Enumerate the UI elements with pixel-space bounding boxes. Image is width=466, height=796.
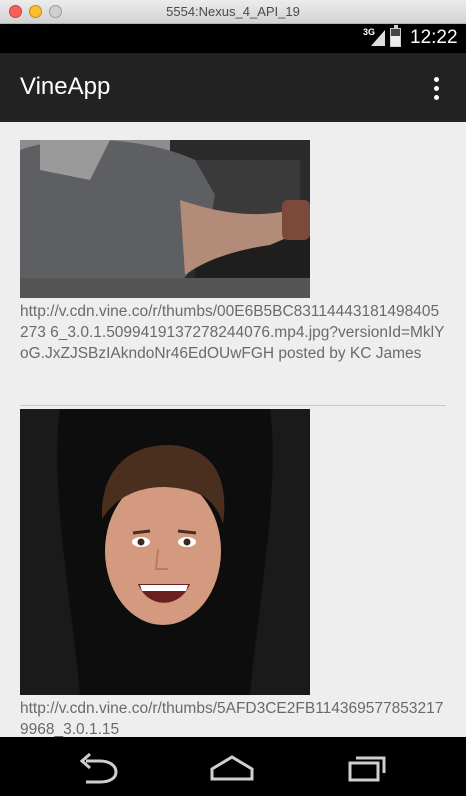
window-titlebar: 5554:Nexus_4_API_19 xyxy=(0,0,466,24)
home-icon[interactable] xyxy=(202,749,262,785)
thumbnail-url-caption: http://v.cdn.vine.co/r/thumbs/5AFD3CE2FB… xyxy=(20,700,444,737)
status-clock: 12:22 xyxy=(410,27,458,48)
back-icon[interactable] xyxy=(70,749,130,785)
status-bar: 3G 12:22 xyxy=(0,24,466,53)
feed-list[interactable]: http://v.cdn.vine.co/r/thumbs/00E6B5BC83… xyxy=(0,122,466,737)
list-item[interactable]: http://v.cdn.vine.co/r/thumbs/5AFD3CE2FB… xyxy=(20,409,446,737)
signal-icon xyxy=(371,30,385,46)
battery-icon xyxy=(390,25,401,47)
face-thumbnail-image xyxy=(20,409,310,695)
app-title: VineApp xyxy=(20,73,111,100)
navigation-bar xyxy=(0,737,466,796)
video-thumbnail[interactable] xyxy=(20,409,310,695)
video-thumbnail[interactable] xyxy=(20,140,310,298)
recents-icon[interactable] xyxy=(338,749,398,785)
android-device-screen: 3G 12:22 VineApp http://v.cdn.vine.co/r/… xyxy=(0,24,466,796)
list-divider xyxy=(20,405,446,406)
car-driver-thumbnail-image xyxy=(20,140,310,298)
more-vert-icon[interactable] xyxy=(422,71,450,105)
action-bar: VineApp xyxy=(0,53,466,122)
thumbnail-url-caption: http://v.cdn.vine.co/r/thumbs/00E6B5BC83… xyxy=(20,303,445,362)
window-title: 5554:Nexus_4_API_19 xyxy=(166,4,300,19)
list-item[interactable]: http://v.cdn.vine.co/r/thumbs/00E6B5BC83… xyxy=(20,140,446,364)
